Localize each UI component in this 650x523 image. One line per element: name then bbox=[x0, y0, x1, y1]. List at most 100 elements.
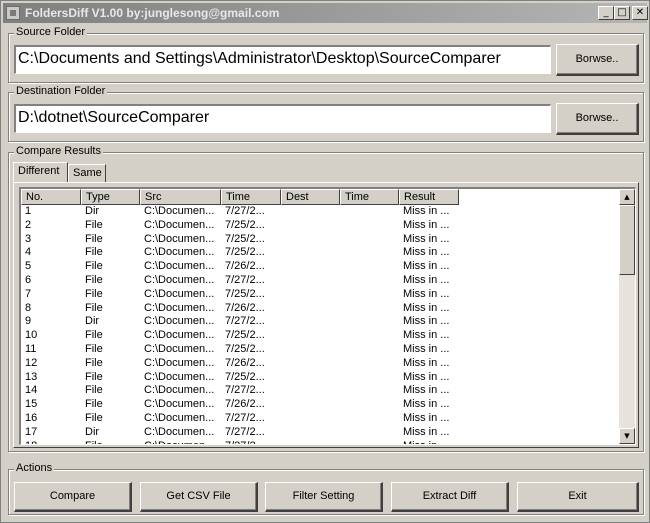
table-row[interactable]: 10 File C:\Documen... 7/25/2... Miss in ... bbox=[21, 329, 459, 343]
table-row[interactable]: 15 File C:\Documen... 7/26/2... Miss in ... bbox=[21, 398, 459, 412]
close-button[interactable]: ✕ bbox=[632, 6, 648, 20]
cell-no: 5 bbox=[25, 260, 32, 273]
cell-src: C:\Documen... bbox=[144, 260, 215, 273]
cell-dest-time bbox=[340, 343, 399, 357]
results-scrollbar[interactable]: ▲ ▼ bbox=[619, 189, 635, 444]
cell-type: File bbox=[85, 342, 103, 355]
cell-no: 13 bbox=[25, 370, 38, 383]
table-row[interactable]: 11 File C:\Documen... 7/25/2... Miss in ... bbox=[21, 343, 459, 357]
cell-type: File bbox=[85, 384, 103, 397]
destination-folder-group: Destination Folder D:\dotnet\SourceCompa… bbox=[8, 85, 644, 142]
up-arrow-icon[interactable]: ▲ bbox=[619, 189, 635, 205]
table-row[interactable]: 9 Dir C:\Documen... 7/27/2... Miss in ... bbox=[21, 315, 459, 329]
table-row[interactable]: 3 File C:\Documen... 7/25/2... Miss in ... bbox=[21, 233, 459, 247]
cell-dest-time bbox=[340, 288, 399, 302]
cell-type: Dir bbox=[85, 315, 100, 328]
table-row[interactable]: 13 File C:\Documen... 7/25/2... Miss in ... bbox=[21, 371, 459, 385]
cell-dest-time bbox=[340, 302, 399, 316]
cell-dest-time bbox=[340, 398, 399, 412]
column-header-dest[interactable]: Dest bbox=[281, 189, 340, 205]
app-icon bbox=[6, 6, 20, 20]
minimize-button[interactable]: _ bbox=[598, 6, 614, 20]
cell-dest-time bbox=[340, 233, 399, 247]
column-header-type[interactable]: Type bbox=[81, 189, 140, 205]
cell-dest bbox=[281, 315, 340, 329]
source-folder-input[interactable]: C:\Documents and Settings\Administrator\… bbox=[14, 45, 551, 74]
cell-src-time: 7/25/2... bbox=[225, 246, 265, 259]
filter-setting-button[interactable]: Filter Setting bbox=[265, 482, 383, 512]
cell-no: 7 bbox=[25, 287, 32, 300]
tab-same[interactable]: Same bbox=[68, 164, 106, 182]
table-row[interactable]: 16 File C:\Documen... 7/27/2... Miss in ... bbox=[21, 412, 459, 426]
destination-browse-button[interactable]: Borwse.. bbox=[556, 103, 639, 135]
cell-result: Miss in ... bbox=[403, 246, 450, 259]
table-row[interactable]: 4 File C:\Documen... 7/25/2... Miss in ... bbox=[21, 246, 459, 260]
compare-button[interactable]: Compare bbox=[14, 482, 132, 512]
cell-dest bbox=[281, 329, 340, 343]
table-row[interactable]: 18FileC:\Documen...7/27/2... Miss in ... bbox=[21, 440, 459, 444]
cell-type: File bbox=[85, 232, 103, 245]
destination-folder-label: Destination Folder bbox=[14, 85, 108, 97]
cell-dest bbox=[281, 274, 340, 288]
down-arrow-icon[interactable]: ▼ bbox=[619, 428, 635, 444]
cell-dest-time bbox=[340, 219, 399, 233]
cell-type: File bbox=[85, 356, 103, 369]
scrollbar-thumb[interactable] bbox=[619, 205, 635, 275]
cell-dest-time bbox=[340, 440, 399, 444]
column-header-src-time[interactable]: Time bbox=[221, 189, 281, 205]
cell-type: File bbox=[85, 246, 103, 259]
cell-result: Miss in ... bbox=[403, 329, 450, 342]
get-csv-file-button[interactable]: Get CSV File bbox=[140, 482, 258, 512]
results-list[interactable]: No. Type Src Time Dest Time Result 1 Dir C… bbox=[19, 187, 636, 445]
cell-dest bbox=[281, 426, 340, 440]
column-header-result[interactable]: Result bbox=[399, 189, 459, 205]
table-row[interactable]: 1 Dir C:\Documen... 7/27/2... Miss in ... bbox=[21, 205, 459, 219]
cell-src: C:\Documen... bbox=[144, 315, 215, 328]
cell-src-time: 7/25/2... bbox=[225, 329, 265, 342]
cell-src: C:\Documen... bbox=[144, 384, 215, 397]
cell-type: File bbox=[85, 273, 103, 286]
cell-result: Miss in ... bbox=[403, 384, 450, 397]
cell-result: Miss in ... bbox=[403, 411, 450, 424]
title-bar[interactable]: FoldersDiff V1.00 by:junglesong@gmail.co… bbox=[3, 3, 648, 23]
table-row[interactable]: 12 File C:\Documen... 7/26/2... Miss in ... bbox=[21, 357, 459, 371]
cell-src: C:\Documen... bbox=[144, 218, 215, 231]
cell-no: 2 bbox=[25, 218, 32, 231]
cell-dest-time bbox=[340, 426, 399, 440]
exit-button[interactable]: Exit bbox=[517, 482, 639, 512]
table-row[interactable]: 14 File C:\Documen... 7/27/2... Miss in ... bbox=[21, 384, 459, 398]
table-row[interactable]: 2 File C:\Documen... 7/25/2... Miss in ... bbox=[21, 219, 459, 233]
table-row[interactable]: 7 File C:\Documen... 7/25/2... Miss in ... bbox=[21, 288, 459, 302]
cell-type: File bbox=[81, 440, 140, 444]
tab-different[interactable]: Different bbox=[13, 162, 68, 182]
cell-type: File bbox=[85, 398, 103, 411]
cell-dest bbox=[281, 371, 340, 385]
cell-no: 18 bbox=[21, 440, 81, 444]
cell-src: C:\Documen... bbox=[144, 301, 215, 314]
table-row[interactable]: 6 File C:\Documen... 7/27/2... Miss in ... bbox=[21, 274, 459, 288]
column-header-dest-time[interactable]: Time bbox=[340, 189, 399, 205]
column-header-no[interactable]: No. bbox=[21, 189, 81, 205]
extract-diff-button[interactable]: Extract Diff bbox=[391, 482, 509, 512]
cell-src: C:\Documen... bbox=[144, 287, 215, 300]
destination-folder-input[interactable]: D:\dotnet\SourceComparer bbox=[14, 104, 551, 133]
cell-no: 6 bbox=[25, 273, 32, 286]
cell-dest bbox=[281, 260, 340, 274]
cell-src: C:\Documen... bbox=[144, 205, 215, 217]
source-browse-button[interactable]: Borwse.. bbox=[556, 44, 639, 76]
cell-type: File bbox=[85, 287, 103, 300]
table-row[interactable]: 8 File C:\Documen... 7/26/2... Miss in ... bbox=[21, 302, 459, 316]
maximize-button[interactable]: □ bbox=[614, 6, 630, 20]
cell-no: 16 bbox=[25, 411, 38, 424]
compare-results-group: Compare Results Different Same No. Type … bbox=[8, 145, 644, 452]
cell-result: Miss in ... bbox=[403, 425, 450, 438]
column-header-src[interactable]: Src bbox=[140, 189, 221, 205]
table-row[interactable]: 17 Dir C:\Documen... 7/27/2... Miss in ... bbox=[21, 426, 459, 440]
cell-src: C:\Documen... bbox=[144, 273, 215, 286]
cell-src: C:\Documen... bbox=[144, 398, 215, 411]
cell-result: Miss in ... bbox=[403, 301, 450, 314]
cell-src-time: 7/26/2... bbox=[225, 260, 265, 273]
table-row[interactable]: 5 File C:\Documen... 7/26/2... Miss in ... bbox=[21, 260, 459, 274]
cell-type: File bbox=[85, 411, 103, 424]
cell-dest bbox=[281, 412, 340, 426]
